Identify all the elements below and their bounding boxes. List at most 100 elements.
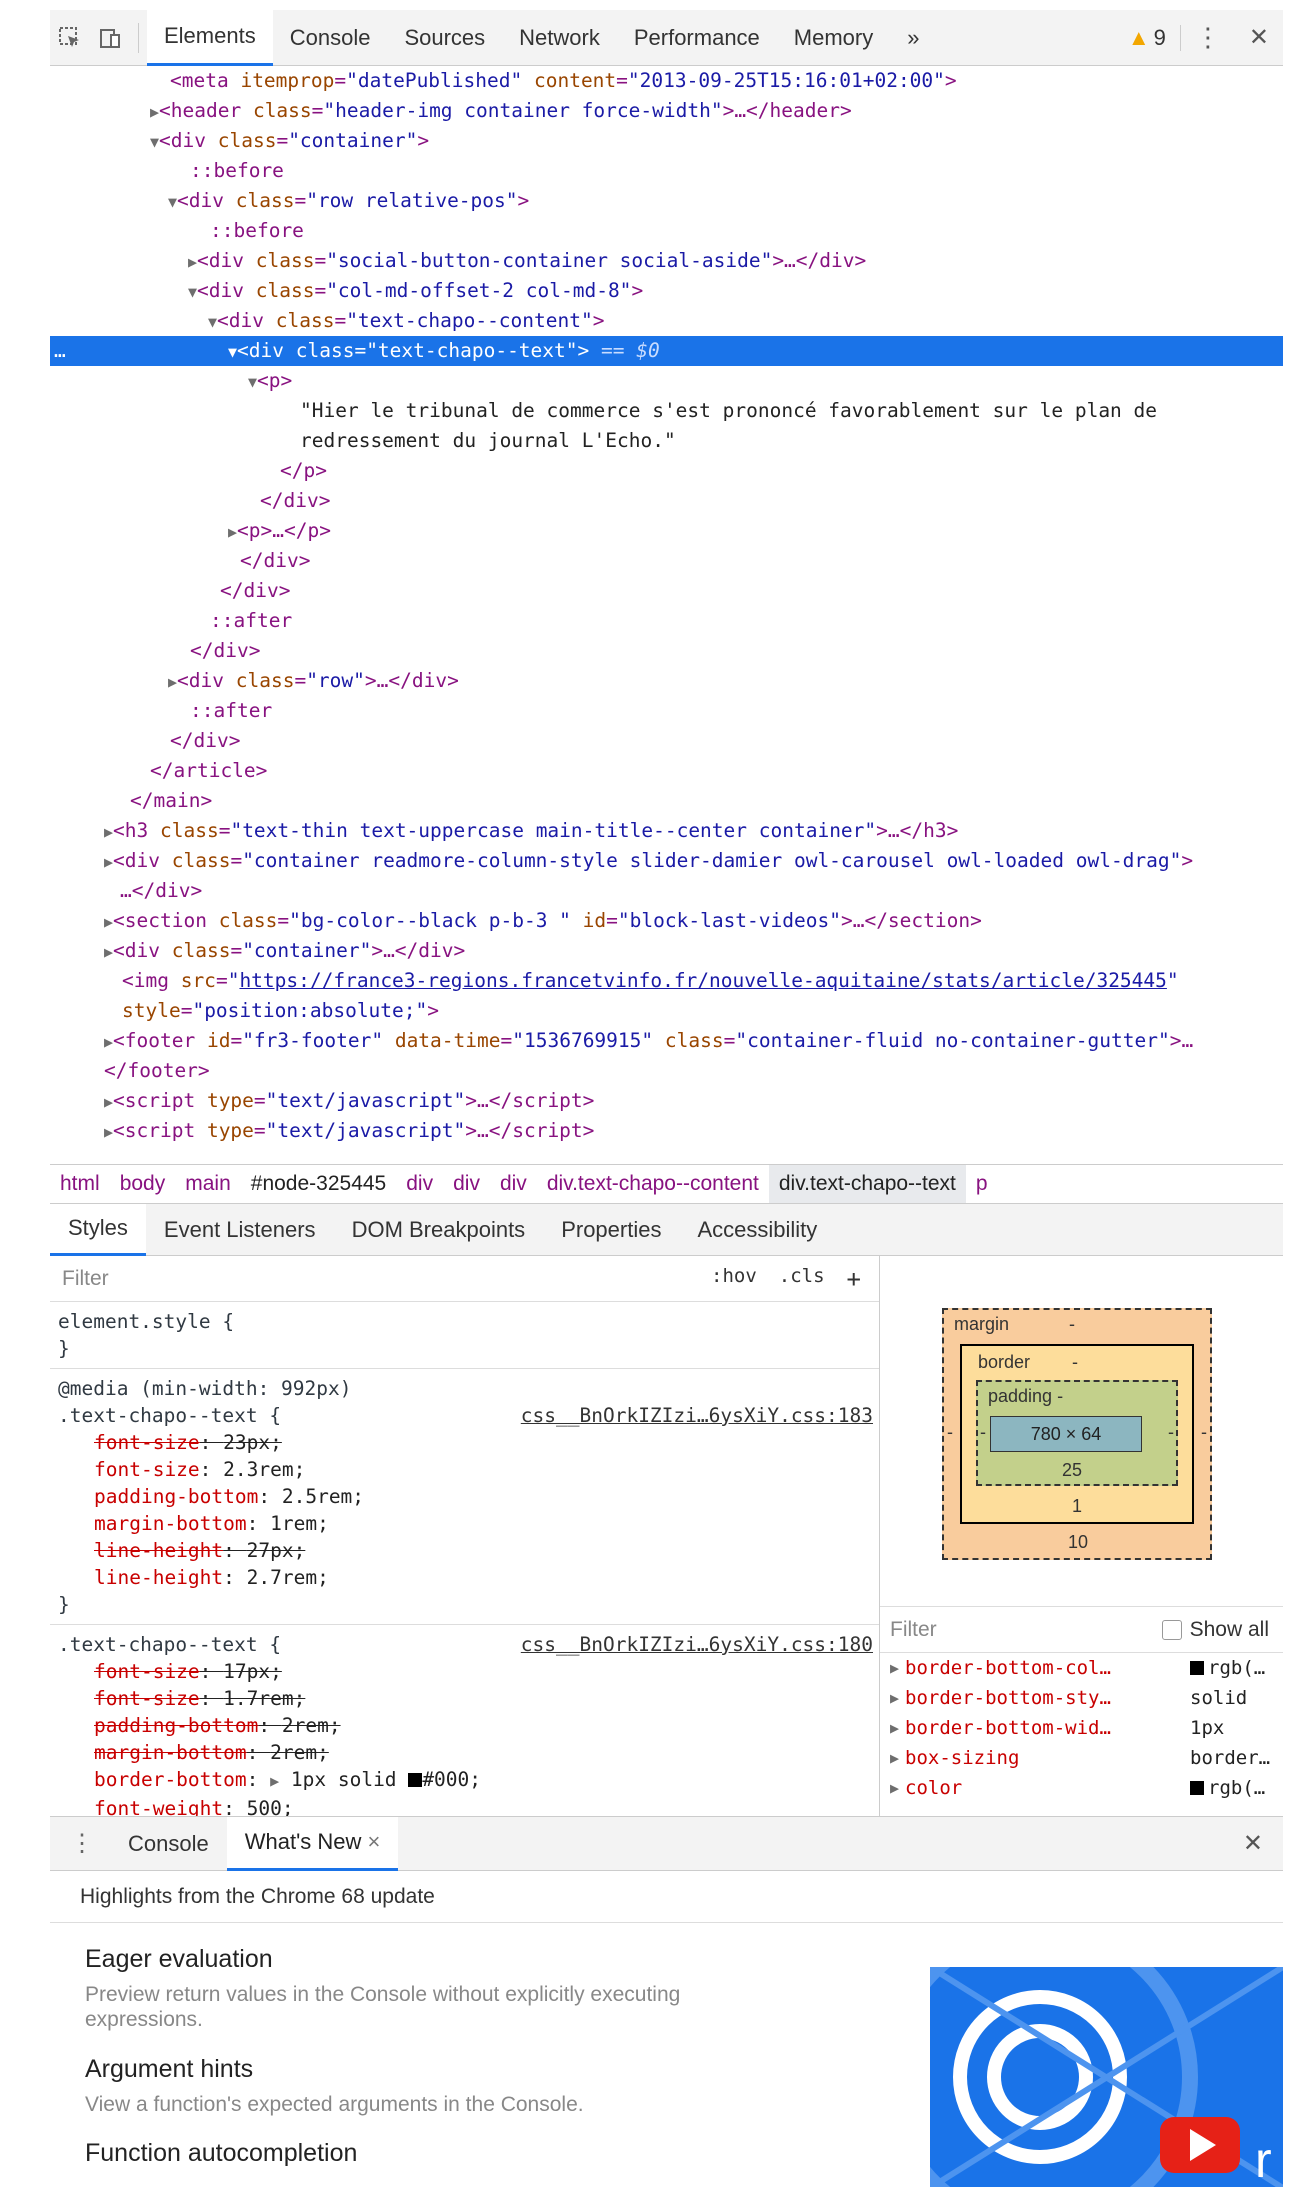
expand-shorthand-icon[interactable]: ▶	[270, 1772, 279, 1790]
inspect-element-icon[interactable]	[50, 10, 90, 66]
expand-triangle-icon[interactable]: ▶	[890, 1659, 899, 1677]
color-swatch[interactable]	[408, 1773, 423, 1787]
expand-triangle-icon[interactable]: ▶	[890, 1689, 899, 1707]
style-property[interactable]: margin-bottom: 2rem;	[58, 1739, 879, 1766]
color-swatch[interactable]	[1190, 1661, 1205, 1675]
style-property[interactable]: line-height: 2.7rem;	[58, 1564, 879, 1591]
img-src-link[interactable]: https://france3-regions.francetvinfo.fr/…	[239, 969, 1166, 992]
show-all-toggle[interactable]: Show all	[1161, 1618, 1283, 1642]
feature-title[interactable]: Argument hints	[85, 2055, 584, 2084]
tree-line-before-2[interactable]: ::before	[50, 216, 1283, 246]
tree-line-footer[interactable]: ▶<footer id="fr3-footer" data-time="1536…	[50, 1026, 1283, 1056]
computed-property-row[interactable]: ▶ border-bottom-wid… 1px	[880, 1713, 1283, 1743]
style-property[interactable]: margin-bottom: 1rem;	[58, 1510, 879, 1537]
breadcrumb-main[interactable]: main	[175, 1172, 241, 1196]
style-property[interactable]: padding-bottom: 2rem;	[58, 1712, 879, 1739]
box-model-margin[interactable]: margin - - - 10 border - 1 padding - - -…	[942, 1308, 1212, 1560]
expand-triangle-icon[interactable]: ▶	[104, 943, 113, 961]
breadcrumb-div-3[interactable]: div	[490, 1172, 537, 1196]
tree-line-row-relative[interactable]: ▼<div class="row relative-pos">	[50, 186, 1283, 216]
property-value[interactable]: 23px;	[223, 1431, 282, 1454]
rule-chapo[interactable]: .text-chapo--text { css__BnOrkIZIzi…6ysX…	[50, 1625, 879, 1816]
feature-title[interactable]: Eager evaluation	[85, 1945, 680, 1974]
breadcrumb-node[interactable]: #node-325445	[241, 1172, 396, 1196]
tree-line-container-2[interactable]: ▶<div class="container">…</div>	[50, 936, 1283, 966]
drawer-tab-whats-new[interactable]: What's New ×	[226, 1816, 399, 1871]
tree-line-close-div-2[interactable]: </div>	[50, 546, 1283, 576]
expand-triangle-icon[interactable]: ▶	[228, 523, 237, 541]
breadcrumb-chapo-text[interactable]: div.text-chapo--text	[768, 1165, 966, 1203]
style-property[interactable]: font-weight: 500;	[58, 1795, 879, 1816]
expand-triangle-icon[interactable]: ▶	[104, 1123, 113, 1141]
expand-triangle-icon[interactable]: ▶	[168, 673, 177, 691]
tree-line-after-2[interactable]: ::after	[50, 696, 1283, 726]
property-name[interactable]: font-size	[94, 1687, 200, 1710]
margin-top-value[interactable]: -	[1069, 1314, 1075, 1335]
collapse-triangle-icon[interactable]: ▼	[168, 193, 177, 211]
rule-source-link[interactable]: css__BnOrkIZIzi…6ysXiY.css:183	[521, 1402, 873, 1429]
new-rule-button[interactable]: +	[847, 1265, 861, 1293]
tree-line-close-article[interactable]: </article>	[50, 756, 1283, 786]
computed-filter-input[interactable]: Filter	[890, 1618, 937, 1642]
property-value[interactable]: 17px;	[223, 1660, 282, 1683]
expand-triangle-icon[interactable]: ▶	[150, 103, 159, 121]
tree-line-selected[interactable]: … ▼<div class="text-chapo--text"> == $0	[50, 336, 1283, 366]
color-swatch[interactable]	[1190, 1781, 1205, 1795]
collapse-triangle-icon[interactable]: ▼	[188, 283, 197, 301]
property-name[interactable]: padding-bottom	[94, 1714, 258, 1737]
tree-line-social[interactable]: ▶<div class="social-button-container soc…	[50, 246, 1283, 276]
tab-sources[interactable]: Sources	[387, 10, 502, 66]
breadcrumb-html[interactable]: html	[50, 1172, 110, 1196]
property-value[interactable]: 2.7rem;	[247, 1566, 329, 1589]
property-value[interactable]: 2.5rem;	[282, 1485, 364, 1508]
box-model-padding[interactable]: padding - - - 25 780 × 64	[976, 1380, 1178, 1486]
drawer-tab-console[interactable]: Console	[110, 1817, 227, 1871]
tree-line-script-1[interactable]: ▶<script type="text/javascript">…</scrip…	[50, 1086, 1283, 1116]
property-value[interactable]: 1.7rem;	[223, 1687, 305, 1710]
style-property[interactable]: padding-bottom: 2.5rem;	[58, 1483, 879, 1510]
whats-new-video-thumbnail[interactable]: r	[930, 1967, 1283, 2187]
property-name[interactable]: line-height	[94, 1566, 223, 1589]
computed-property-row[interactable]: ▶ border-bottom-sty… solid	[880, 1683, 1283, 1713]
tree-line-p-collapsed[interactable]: ▶<p>…</p>	[50, 516, 1283, 546]
property-value[interactable]: 2rem;	[282, 1714, 341, 1737]
more-tabs-button[interactable]: »	[890, 10, 936, 66]
tab-dom-breakpoints[interactable]: DOM Breakpoints	[334, 1204, 544, 1256]
tab-elements[interactable]: Elements	[147, 9, 273, 66]
tree-line-p[interactable]: ▼<p>	[50, 366, 1283, 396]
expand-triangle-icon[interactable]: ▶	[890, 1719, 899, 1737]
box-model-border[interactable]: border - 1 padding - - - 25 780 × 64	[960, 1344, 1194, 1524]
computed-property-row[interactable]: ▶ border-bottom-col… rgb(…	[880, 1653, 1283, 1683]
breadcrumb-body[interactable]: body	[110, 1172, 176, 1196]
tree-line-chapo-content[interactable]: ▼<div class="text-chapo--content">	[50, 306, 1283, 336]
breadcrumb-p[interactable]: p	[966, 1172, 998, 1196]
tree-line-meta[interactable]: <meta itemprop="datePublished" content="…	[50, 66, 1283, 96]
margin-bottom-value[interactable]: 10	[1068, 1532, 1088, 1553]
tree-line-header[interactable]: ▶<header class="header-img container for…	[50, 96, 1283, 126]
tree-line-container[interactable]: ▼<div class="container">	[50, 126, 1283, 156]
style-property[interactable]: font-size: 23px;	[58, 1429, 879, 1456]
styles-filter-input[interactable]: Filter	[50, 1267, 711, 1291]
breadcrumb-div-1[interactable]: div	[396, 1172, 443, 1196]
collapse-triangle-icon[interactable]: ▼	[248, 373, 257, 391]
feature-title[interactable]: Function autocompletion	[85, 2139, 357, 2168]
customize-menu-icon[interactable]: ⋮	[1195, 22, 1221, 53]
style-property[interactable]: font-size: 2.3rem;	[58, 1456, 879, 1483]
border-top-value[interactable]: -	[1072, 1352, 1078, 1373]
tree-line-close-div-3[interactable]: </div>	[50, 576, 1283, 606]
tree-line-readmore[interactable]: ▶<div class="container readmore-column-s…	[50, 846, 1283, 876]
property-name[interactable]: margin-bottom	[94, 1512, 247, 1535]
property-name[interactable]: margin-bottom	[94, 1741, 247, 1764]
property-name[interactable]: font-size	[94, 1431, 200, 1454]
rule-media-chapo[interactable]: @media (min-width: 992px) .text-chapo--t…	[50, 1369, 879, 1625]
tree-line-img[interactable]: <img src="https://france3-regions.france…	[50, 966, 1283, 996]
hover-state-toggle[interactable]: :hov	[711, 1265, 757, 1293]
property-name[interactable]: padding-bottom	[94, 1485, 258, 1508]
padding-right-value[interactable]: -	[1168, 1422, 1174, 1443]
close-devtools-icon[interactable]: ✕	[1235, 23, 1269, 52]
tree-line-close-p[interactable]: </p>	[50, 456, 1283, 486]
property-name[interactable]: font-size	[94, 1458, 200, 1481]
property-value[interactable]: 1rem;	[270, 1512, 329, 1535]
tree-line-script-2[interactable]: ▶<script type="text/javascript">…</scrip…	[50, 1116, 1283, 1146]
close-drawer-icon[interactable]: ✕	[1243, 1829, 1283, 1858]
